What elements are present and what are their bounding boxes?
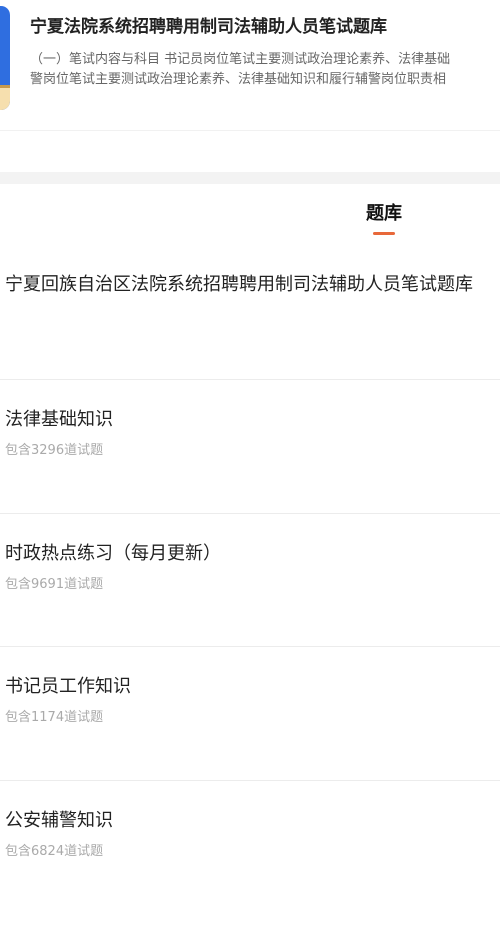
list-item[interactable]: 书记员工作知识 包含1174道试题 bbox=[0, 647, 500, 779]
header-card[interactable]: 宁夏法院系统招聘聘用制司法辅助人员笔试题库 （一）笔试内容与科目 书记员岗位笔试… bbox=[0, 0, 500, 130]
tab-question-bank[interactable]: 题库 bbox=[0, 202, 500, 226]
list-item-title: 书记员工作知识 bbox=[5, 676, 131, 697]
header-description: （一）笔试内容与科目 书记员岗位笔试主要测试政治理论素养、法律基础 警岗位笔试主… bbox=[30, 50, 500, 90]
list-item-count: 包含3296道试题 bbox=[5, 443, 104, 458]
divider bbox=[0, 130, 500, 131]
list-item[interactable]: 法律基础知识 包含3296道试题 bbox=[0, 380, 500, 512]
book-icon bbox=[0, 6, 10, 110]
bank-title: 宁夏回族自治区法院系统招聘聘用制司法辅助人员笔试题库 bbox=[5, 274, 473, 295]
header-title: 宁夏法院系统招聘聘用制司法辅助人员笔试题库 bbox=[30, 17, 387, 37]
list-item-title: 时政热点练习（每月更新） bbox=[5, 543, 221, 564]
header-description-line: （一）笔试内容与科目 书记员岗位笔试主要测试政治理论素养、法律基础 bbox=[30, 52, 451, 67]
list-item-count: 包含6824道试题 bbox=[5, 844, 104, 859]
list-item-title: 法律基础知识 bbox=[5, 409, 113, 430]
list-item-title: 公安辅警知识 bbox=[5, 810, 113, 831]
section-gap bbox=[0, 172, 500, 184]
tab-active-indicator bbox=[373, 232, 395, 235]
list-item[interactable]: 时政热点练习（每月更新） 包含9691道试题 bbox=[0, 514, 500, 646]
header-description-line: 警岗位笔试主要测试政治理论素养、法律基础知识和履行辅警岗位职责相 bbox=[30, 72, 447, 87]
list-item-count: 包含9691道试题 bbox=[5, 577, 104, 592]
list-item-count: 包含1174道试题 bbox=[5, 710, 104, 725]
list-item[interactable]: 公安辅警知识 包含6824道试题 bbox=[0, 781, 500, 913]
